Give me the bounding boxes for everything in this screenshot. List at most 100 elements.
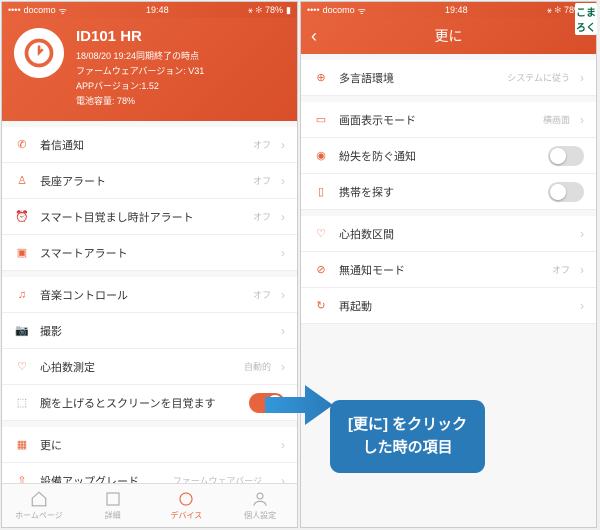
battery-icon: ▮ [286, 5, 291, 16]
row-label: 心拍数測定 [40, 359, 234, 375]
carrier: docomo [24, 5, 56, 15]
row-heartrate[interactable]: ♡ 心拍数測定自動的 › [2, 349, 297, 385]
lost-icon: ◉ [313, 148, 329, 164]
heart-icon: ♡ [14, 359, 30, 375]
logo-l2: ろく [576, 19, 596, 34]
row-display[interactable]: ▭ 画面表示モード横画面 › [301, 102, 596, 138]
device-tab-icon [177, 490, 195, 508]
row-more[interactable]: ▦ 更に › [2, 427, 297, 463]
chevron-right-icon: › [281, 360, 285, 374]
wifi-icon: ᯤ [358, 4, 366, 17]
arrow-annotation [265, 380, 335, 430]
detail-icon [104, 490, 122, 508]
settings-list: ✆着信通知オフ› ♙長座アラートオフ› ⏰スマート目覚まし時計アラートオフ› ▣… [2, 121, 297, 483]
status-bar: ••••docomoᯤ 19:48 ⚹ ✻78%▮ [301, 2, 596, 18]
row-hrzone[interactable]: ♡ 心拍数区間 › [301, 216, 596, 252]
signal-icon: •••• [307, 5, 320, 15]
row-label: 携帯を探す [339, 184, 538, 200]
row-label: 設備アップグレード [40, 473, 163, 484]
row-value: オフ [552, 263, 570, 276]
chevron-right-icon: › [281, 210, 285, 224]
logo-l1: こま [576, 4, 596, 19]
clock: 19:48 [146, 5, 169, 15]
profile-icon [251, 490, 269, 508]
chevron-right-icon: › [281, 288, 285, 302]
row-dnd[interactable]: ⊘ 無通知モードオフ › [301, 252, 596, 288]
row-label: 心拍数区間 [339, 226, 570, 242]
app-version: APPバージョン:1.52 [76, 79, 204, 92]
row-smart-alert[interactable]: ▣ スマートアラート › [2, 235, 297, 271]
tab-home[interactable]: ホームページ [2, 484, 76, 527]
row-music[interactable]: ♫音楽コントロールオフ› [2, 277, 297, 313]
row-camera[interactable]: 📷撮影› [2, 313, 297, 349]
chevron-right-icon: › [281, 438, 285, 452]
callout-annotation: [更に] をクリック した時の項目 [330, 400, 485, 473]
row-label: 画面表示モード [339, 112, 533, 128]
row-label: 紛失を防ぐ通知 [339, 148, 538, 164]
chevron-right-icon: › [281, 474, 285, 484]
clock: 19:48 [445, 5, 468, 15]
row-language[interactable]: ⊕多言語環境システムに従う› [301, 60, 596, 96]
bt-icon: ⚹ ✻ [248, 5, 262, 16]
carrier: docomo [323, 5, 355, 15]
display-icon: ▭ [313, 112, 329, 128]
globe-icon: ⊕ [313, 70, 329, 86]
device-name: ID101 HR [76, 28, 204, 45]
findphone-icon: ▯ [313, 184, 329, 200]
row-value: 横画面 [543, 113, 570, 126]
tab-label: ホームページ [15, 510, 63, 521]
signal-icon: •••• [8, 5, 21, 15]
row-value: オフ [253, 210, 271, 223]
chevron-right-icon: › [580, 263, 584, 277]
row-label: 更に [40, 437, 271, 453]
row-alarm[interactable]: ⏰ スマート目覚まし時計アラートオフ › [2, 199, 297, 235]
sync-time: 18/08/20 19:24同期終了の時点 [76, 49, 204, 62]
callout-line2: した時の項目 [348, 437, 467, 460]
dnd-icon: ⊘ [313, 262, 329, 278]
firmware-version: ファームウェアバージョン: V31 [76, 64, 204, 77]
toggle-antilost[interactable] [548, 146, 584, 166]
row-restart[interactable]: ↻再起動› [301, 288, 596, 324]
row-label: 着信通知 [40, 137, 243, 153]
row-wrist-wake[interactable]: ⬚腕を上げるとスクリーンを目覚ます [2, 385, 297, 421]
battery-pct: 78% [265, 5, 283, 15]
music-icon: ♫ [14, 287, 30, 303]
upgrade-icon: ⇧ [14, 473, 30, 484]
device-icon [14, 28, 64, 78]
row-value: オフ [253, 138, 271, 151]
row-call-notify[interactable]: ✆着信通知オフ› [2, 127, 297, 163]
chevron-right-icon: › [281, 324, 285, 338]
chevron-right-icon: › [580, 227, 584, 241]
row-findphone[interactable]: ▯ 携帯を探す [301, 174, 596, 210]
bt-icon: ⚹ ✻ [547, 5, 561, 16]
home-icon [30, 490, 48, 508]
row-sedentary[interactable]: ♙長座アラートオフ› [2, 163, 297, 199]
tab-detail[interactable]: 詳細 [76, 484, 150, 527]
chevron-right-icon: › [281, 246, 285, 260]
heart-icon: ♡ [313, 226, 329, 242]
bell-icon: ▣ [14, 245, 30, 261]
battery-level: 電池容量: 78% [76, 94, 204, 107]
row-label: スマートアラート [40, 245, 271, 261]
back-button[interactable]: ‹ [311, 26, 317, 47]
phone-left: ••••docomoᯤ 19:48 ⚹ ✻78%▮ ID101 HR 18/08… [1, 1, 298, 528]
row-label: スマート目覚まし時計アラート [40, 209, 243, 225]
alarm-icon: ⏰ [14, 209, 30, 225]
row-label: 撮影 [40, 323, 271, 339]
tab-label: 個人設定 [244, 510, 276, 521]
tab-profile[interactable]: 個人設定 [223, 484, 297, 527]
row-label: 長座アラート [40, 173, 243, 189]
tab-device[interactable]: デバイス [150, 484, 224, 527]
row-upgrade[interactable]: ⇧設備アップグレードファームウェアバージ…› [2, 463, 297, 483]
tab-label: デバイス [170, 510, 202, 521]
grid-icon: ▦ [14, 437, 30, 453]
row-value: システムに従う [507, 71, 570, 84]
chevron-right-icon: › [580, 299, 584, 313]
row-label: 無通知モード [339, 262, 542, 278]
chevron-right-icon: › [580, 113, 584, 127]
row-value: 自動的 [244, 360, 271, 373]
callout-line1: [更に] をクリック [348, 414, 467, 437]
nav-header: ‹ 更に [301, 18, 596, 54]
toggle-findphone[interactable] [548, 182, 584, 202]
row-antilost[interactable]: ◉ 紛失を防ぐ通知 [301, 138, 596, 174]
